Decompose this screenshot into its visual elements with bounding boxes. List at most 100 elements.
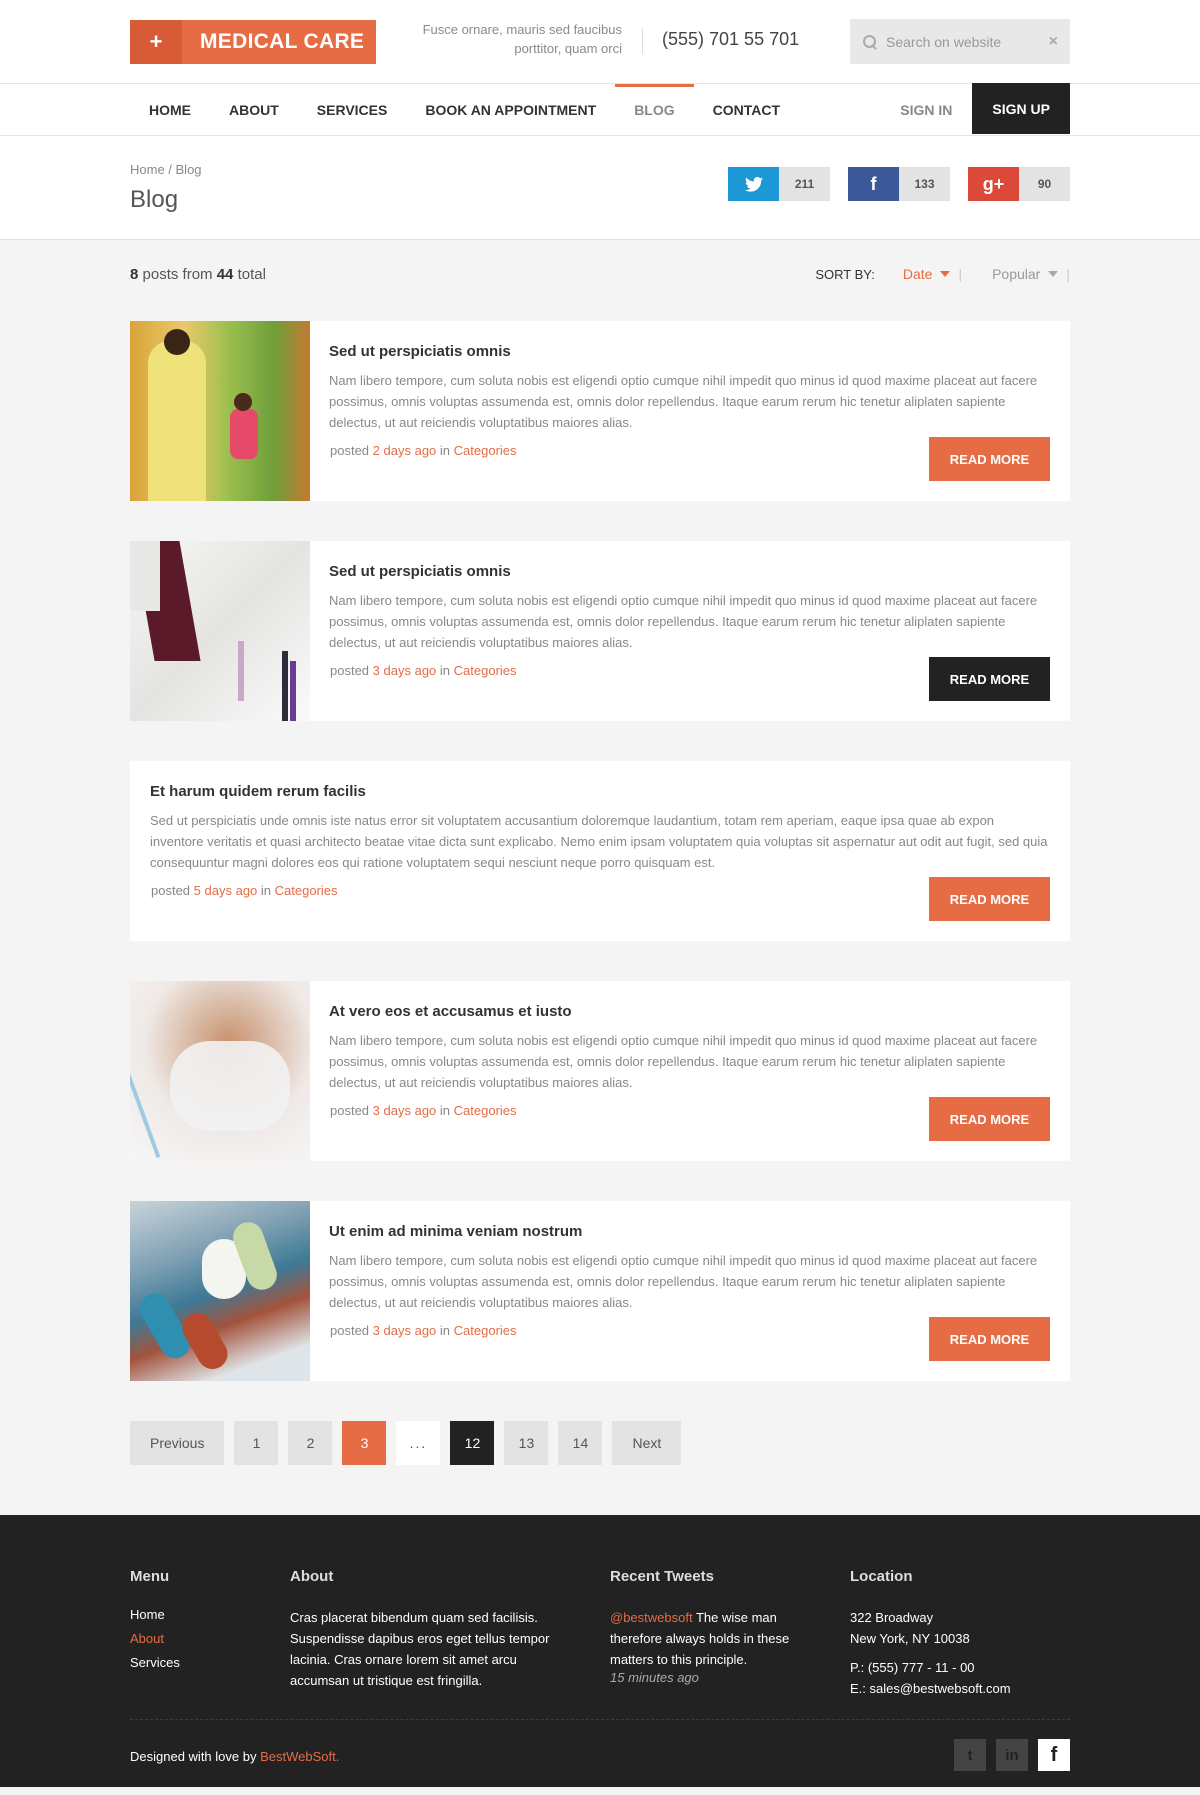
posted-label: posted: [330, 1323, 370, 1338]
page-13[interactable]: 13: [504, 1421, 549, 1465]
footer-tweets: Recent Tweets @bestwebsoft The wise man …: [610, 1568, 810, 1685]
post-category-link[interactable]: Categories: [275, 883, 338, 898]
tagline-line-1: Fusce ornare, mauris sed faucibus: [422, 22, 622, 37]
footer-menu-title: Menu: [130, 1568, 170, 1585]
sort-date[interactable]: Date: [903, 266, 951, 282]
page-title-bar: Home / Blog Blog 211 f 133 g+ 90: [0, 136, 1200, 240]
facebook-icon[interactable]: f: [1038, 1739, 1070, 1771]
facebook-count: 133: [899, 167, 950, 201]
header-phone: (555) 701 55 701: [662, 29, 800, 49]
facebook-share[interactable]: f 133: [848, 167, 950, 201]
blog-content: 8 posts from 44 total SORT BY: Date | Po…: [130, 240, 1070, 1465]
pagination-ellipsis: ...: [396, 1421, 441, 1465]
blog-post: At vero eos et accusamus et iusto Nam li…: [130, 981, 1070, 1161]
nav-book-appointment[interactable]: BOOK AN APPOINTMENT: [406, 84, 615, 136]
clear-search-icon[interactable]: ×: [1049, 33, 1058, 51]
listing-header: 8 posts from 44 total SORT BY: Date | Po…: [130, 240, 1070, 321]
blog-post: Sed ut perspiciatis omnis Nam libero tem…: [130, 321, 1070, 501]
post-thumbnail[interactable]: [130, 321, 310, 501]
footer-menu: Menu Home About Services: [130, 1568, 260, 1679]
footer-link-services[interactable]: Services: [130, 1655, 260, 1670]
nav-blog[interactable]: BLOG: [615, 84, 695, 136]
page-title: Blog: [130, 186, 179, 213]
pagination-next[interactable]: Next: [612, 1421, 682, 1465]
blog-post: Et harum quidem rerum facilis Sed ut per…: [130, 761, 1070, 941]
post-title[interactable]: Sed ut perspiciatis omnis: [329, 343, 1050, 360]
sort-label: SORT BY:: [815, 266, 875, 282]
in-label: in: [439, 1103, 451, 1118]
twitter-count: 211: [779, 167, 830, 201]
site-logo[interactable]: + MEDICAL CARE: [130, 20, 376, 64]
sort-separator: |: [1066, 266, 1070, 282]
sort-date-label: Date: [902, 266, 933, 282]
sort-popular[interactable]: Popular: [992, 266, 1059, 282]
footer-link-home[interactable]: Home: [130, 1607, 260, 1622]
post-date[interactable]: 2 days ago: [373, 443, 437, 458]
post-body: Et harum quidem rerum facilis Sed ut per…: [130, 761, 1070, 941]
total-text: total: [237, 266, 266, 283]
post-title[interactable]: At vero eos et accusamus et iusto: [329, 1003, 1050, 1020]
in-label: in: [439, 443, 451, 458]
in-label: in: [439, 663, 451, 678]
footer-credits: Designed with love by BestWebSoft.: [130, 1749, 339, 1764]
post-date[interactable]: 3 days ago: [373, 1103, 437, 1118]
footer-phone[interactable]: P.: (555) 777 - 11 - 00: [850, 1657, 1070, 1678]
page-1[interactable]: 1: [234, 1421, 279, 1465]
post-excerpt: Nam libero tempore, cum soluta nobis est…: [329, 1033, 1038, 1090]
post-category-link[interactable]: Categories: [454, 1103, 517, 1118]
post-date[interactable]: 3 days ago: [373, 1323, 437, 1338]
posted-label: posted: [151, 883, 191, 898]
logo-text: MEDICAL CARE: [200, 30, 365, 53]
nav-about[interactable]: ABOUT: [210, 84, 298, 136]
read-more-button[interactable]: READ MORE: [929, 1317, 1050, 1361]
post-thumbnail[interactable]: [130, 541, 310, 721]
twitter-icon[interactable]: t: [954, 1739, 986, 1771]
nav-contact[interactable]: CONTACT: [694, 84, 799, 136]
post-meta: posted 5 days ago in Categories: [150, 883, 1050, 898]
address-line-2: New York, NY 10038: [850, 1631, 970, 1646]
post-title[interactable]: Et harum quidem rerum facilis: [150, 783, 1050, 800]
twitter-share[interactable]: 211: [728, 167, 830, 201]
footer-location-title: Location: [850, 1568, 913, 1585]
sign-up-button[interactable]: SIGN UP: [972, 83, 1070, 134]
page-3-current[interactable]: 3: [342, 1421, 387, 1465]
posted-label: posted: [330, 663, 370, 678]
pagination-previous[interactable]: Previous: [130, 1421, 225, 1465]
breadcrumb[interactable]: Home / Blog: [130, 162, 202, 177]
search-icon[interactable]: [862, 34, 878, 50]
post-title[interactable]: Sed ut perspiciatis omnis: [329, 563, 1050, 580]
read-more-button[interactable]: READ MORE: [929, 657, 1050, 701]
read-more-button[interactable]: READ MORE: [929, 1097, 1050, 1141]
post-category-link[interactable]: Categories: [454, 663, 517, 678]
post-title[interactable]: Ut enim ad minima veniam nostrum: [329, 1223, 1050, 1240]
nav-home[interactable]: HOME: [130, 84, 210, 136]
search-box: ×: [850, 19, 1070, 64]
nav-services[interactable]: SERVICES: [298, 84, 407, 136]
sign-in-link[interactable]: SIGN IN: [880, 84, 972, 136]
post-thumbnail[interactable]: [130, 1201, 310, 1381]
page-14[interactable]: 14: [558, 1421, 603, 1465]
page-2[interactable]: 2: [288, 1421, 333, 1465]
post-body: At vero eos et accusamus et iusto Nam li…: [310, 981, 1070, 1161]
blog-post: Ut enim ad minima veniam nostrum Nam lib…: [130, 1201, 1070, 1381]
page-12[interactable]: 12: [450, 1421, 495, 1465]
tagline-line-2: porttitor, quam orci: [514, 41, 622, 56]
post-thumbnail[interactable]: [130, 981, 310, 1161]
linkedin-icon[interactable]: in: [996, 1739, 1028, 1771]
posts-from-text: posts from: [142, 266, 213, 283]
post-date[interactable]: 3 days ago: [373, 663, 437, 678]
top-header: + MEDICAL CARE Fusce ornare, mauris sed …: [0, 0, 1200, 84]
post-date[interactable]: 5 days ago: [194, 883, 258, 898]
in-label: in: [439, 1323, 451, 1338]
google-plus-share[interactable]: g+ 90: [968, 167, 1070, 201]
credits-brand-link[interactable]: BestWebSoft.: [260, 1749, 339, 1764]
footer-email[interactable]: E.: sales@bestwebsoft.com: [850, 1678, 1070, 1699]
read-more-button[interactable]: READ MORE: [929, 877, 1050, 921]
search-input[interactable]: [886, 33, 1041, 50]
post-category-link[interactable]: Categories: [454, 443, 517, 458]
footer-link-about[interactable]: About: [130, 1631, 260, 1646]
post-category-link[interactable]: Categories: [454, 1323, 517, 1338]
read-more-button[interactable]: READ MORE: [929, 437, 1050, 481]
blog-post: Sed ut perspiciatis omnis Nam libero tem…: [130, 541, 1070, 721]
tweet-handle[interactable]: @bestwebsoft: [610, 1610, 693, 1625]
